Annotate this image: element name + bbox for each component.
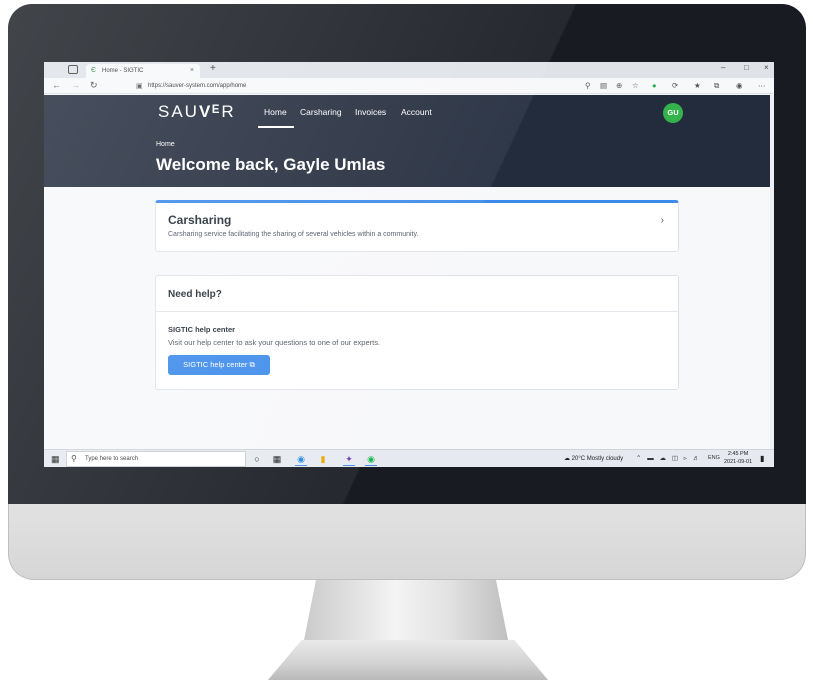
reading-view-icon[interactable]: ▤ [600,81,607,90]
search-icon: ⚲ [71,454,77,463]
nav-home[interactable]: Home [264,107,287,117]
collections-icon[interactable]: ⧉ [714,81,719,91]
url-field[interactable]: ▣ https://sauver-system.com/app/home [132,81,582,92]
tab-actions-icon[interactable] [68,65,78,74]
windows-taskbar: ▦ ⚲ Type here to search ○ ▦ ◉ ▮ ✦ ◉ ☁ 20… [44,449,774,467]
help-center-button-label: SIGTIC help center [183,360,248,369]
nav-carsharing[interactable]: Carsharing [300,107,342,117]
language-indicator[interactable]: ENG [708,455,720,461]
zoom-icon[interactable]: ⊕ [616,81,622,90]
lock-icon: ▣ [136,83,143,90]
system-tray-icons[interactable]: ⌃ ▬ ☁ ◫ ▹ ♬ [636,454,701,462]
notifications-icon[interactable]: ▮ [760,454,764,463]
favorites-icon[interactable]: ★ [694,81,701,90]
user-avatar[interactable]: GU [663,103,683,123]
sauver-favicon-icon: Є [91,67,97,74]
browser-tab[interactable]: Є Home - SIGTIC × [86,64,200,78]
maximize-icon[interactable]: □ [744,63,749,72]
cloud-icon: ☁ [564,456,570,462]
monitor-stand-foot [268,640,548,680]
monitor-bezel: Є Home - SIGTIC × + – □ × ← → ↻ ▣ https:… [8,4,806,504]
logo-text-a: SAU [158,102,199,121]
clock[interactable]: 2:45 PM 2021-09-01 [724,451,752,466]
extension-icon[interactable]: ● [652,81,657,90]
windows-start-icon[interactable]: ▦ [51,454,60,465]
clock-date: 2021-09-01 [724,458,753,465]
clock-time: 2:45 PM [727,451,749,457]
slack-icon[interactable]: ✦ [342,452,356,466]
carsharing-title: Carsharing [168,213,232,227]
help-title: Need help? [168,289,222,300]
more-icon[interactable]: ⋯ [758,81,766,90]
page-title: Welcome back, Gayle Umlas [156,155,386,174]
app-header: SAUVᴱR Home Carsharing Invoices Account … [44,95,774,187]
spotify-icon[interactable]: ◉ [364,452,378,466]
file-explorer-icon[interactable]: ▮ [316,452,330,466]
nav-invoices[interactable]: Invoices [355,107,386,117]
task-view-icon[interactable]: ▦ [270,452,284,466]
external-link-icon: ⧉ [249,360,255,369]
carsharing-card[interactable]: Carsharing Carsharing service facilitati… [155,200,679,252]
taskbar-search-placeholder: Type here to search [85,456,139,462]
nav-account[interactable]: Account [401,107,432,117]
cortana-icon[interactable]: ○ [250,452,264,466]
browser-tab-bar: Є Home - SIGTIC × + – □ × [44,62,774,78]
page-scrollbar[interactable] [770,95,774,449]
reload-icon[interactable]: ↻ [90,80,98,91]
carsharing-description: Carsharing service facilitating the shar… [168,231,419,238]
back-icon[interactable]: ← [52,80,61,90]
close-tab-icon[interactable]: × [190,67,194,74]
tab-title: Home - SIGTIC [102,68,144,74]
taskbar-search-input[interactable]: ⚲ Type here to search [66,451,246,467]
url-text: https://sauver-system.com/app/home [148,83,247,89]
help-center-description: Visit our help center to ask your questi… [168,338,381,347]
profile-icon[interactable]: ◉ [736,81,743,90]
breadcrumb[interactable]: Home [156,141,175,148]
screen: Є Home - SIGTIC × + – □ × ← → ↻ ▣ https:… [44,62,774,467]
logo-text-b: Vᴱ [198,102,222,121]
forward-icon[interactable]: → [71,80,80,90]
weather-widget[interactable]: ☁ 20°C Mostly cloudy [564,455,623,462]
monitor-mockup: Є Home - SIGTIC × + – □ × ← → ↻ ▣ https:… [0,0,813,681]
weather-text: 20°C Mostly cloudy [571,456,624,462]
search-page-icon[interactable]: ⚲ [585,81,591,90]
help-card: Need help? SIGTIC help center Visit our … [155,275,679,390]
logo-text-c: R [221,102,236,121]
new-tab-button[interactable]: + [210,63,216,74]
browser-address-bar: ← → ↻ ▣ https://sauver-system.com/app/ho… [44,78,774,94]
nav-active-indicator [258,126,294,128]
help-card-header: Need help? [156,276,678,312]
help-center-button[interactable]: SIGTIC help center ⧉ [168,355,270,375]
add-favorite-icon[interactable]: ☆ [632,81,639,90]
help-center-heading: SIGTIC help center [168,325,236,334]
minimize-icon[interactable]: – [721,63,725,72]
refresh-extension-icon[interactable]: ⟳ [672,81,678,90]
close-window-icon[interactable]: × [764,63,769,72]
sauver-logo[interactable]: SAUVᴱR [158,102,236,122]
chevron-right-icon[interactable]: › [661,215,664,226]
edge-icon[interactable]: ◉ [294,452,308,466]
